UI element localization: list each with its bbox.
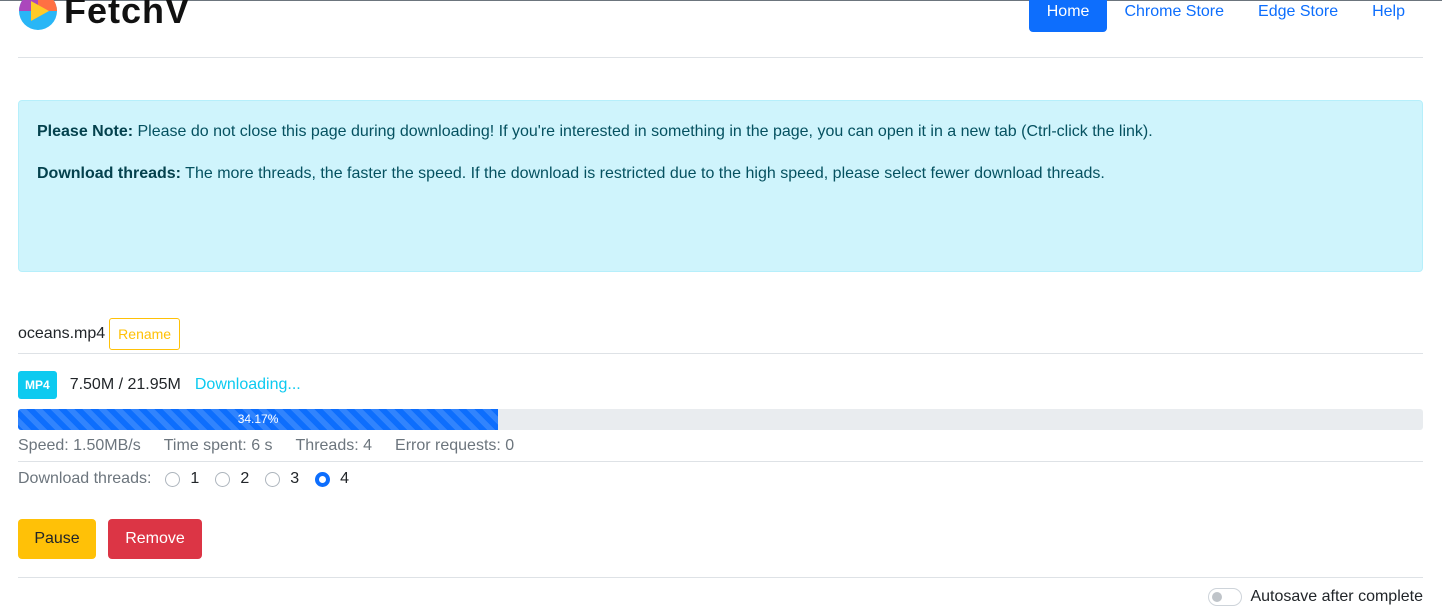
note-text: Please do not close this page during dow… bbox=[133, 123, 1153, 140]
autosave-toggle-row[interactable]: Autosave after complete bbox=[1208, 588, 1423, 606]
thread-option-label: 1 bbox=[190, 470, 200, 487]
autosave-label: Autosave after complete bbox=[1250, 588, 1423, 605]
time-spent-stat: Time spent: 6 s bbox=[163, 437, 273, 454]
format-badge: MP4 bbox=[18, 371, 57, 399]
thread-option-label: 2 bbox=[240, 470, 250, 487]
thread-option-label: 3 bbox=[290, 470, 300, 487]
progress-track: 34.17% bbox=[18, 409, 1423, 430]
radio-thread-3[interactable] bbox=[265, 471, 281, 487]
logo[interactable]: FetchV bbox=[18, 0, 190, 36]
file-row: oceans.mp4 Rename bbox=[18, 315, 1423, 354]
stats-row: Speed: 1.50MB/s Time spent: 6 s Threads:… bbox=[18, 431, 1423, 462]
error-requests-stat: Error requests: 0 bbox=[395, 437, 515, 454]
download-state: Downloading... bbox=[194, 376, 301, 393]
header: FetchV Home Chrome Store Edge Store Help bbox=[18, 0, 1423, 58]
radio-thread-2[interactable] bbox=[215, 471, 231, 487]
threads-text: The more threads, the faster the speed. … bbox=[181, 165, 1105, 182]
threads-paragraph: Download threads: The more threads, the … bbox=[37, 163, 1404, 185]
progress-bar: 34.17% bbox=[18, 409, 499, 430]
nav-help[interactable]: Help bbox=[1355, 0, 1423, 28]
top-nav: Home Chrome Store Edge Store Help bbox=[1028, 0, 1423, 32]
switch-knob bbox=[1212, 592, 1223, 602]
rename-button[interactable]: Rename bbox=[109, 318, 181, 350]
fetchv-logo-icon bbox=[19, 0, 57, 30]
thread-option-4[interactable]: 4 bbox=[315, 470, 349, 488]
remove-button[interactable]: Remove bbox=[108, 519, 202, 559]
thread-selector-label: Download threads: bbox=[18, 470, 152, 487]
thread-selector: Download threads: 1 2 3 4 bbox=[18, 466, 349, 492]
nav-edge-store[interactable]: Edge Store bbox=[1241, 0, 1355, 28]
speed-stat: Speed: 1.50MB/s bbox=[18, 437, 141, 454]
threads-title: Download threads: bbox=[37, 165, 182, 182]
logo-text: FetchV bbox=[64, 0, 191, 31]
radio-thread-1[interactable] bbox=[165, 471, 181, 487]
pause-button[interactable]: Pause bbox=[18, 519, 96, 559]
threads-stat: Threads: 4 bbox=[295, 437, 373, 454]
nav-home[interactable]: Home bbox=[1028, 0, 1108, 32]
autosave-switch[interactable] bbox=[1208, 588, 1243, 606]
thread-option-label: 4 bbox=[340, 470, 350, 487]
download-page: FetchV Home Chrome Store Edge Store Help… bbox=[0, 0, 1442, 615]
size-text: 7.50M / 21.95M bbox=[69, 376, 181, 393]
status-row: MP4 7.50M / 21.95M Downloading... bbox=[18, 371, 301, 399]
note-title: Please Note: bbox=[37, 123, 134, 140]
info-alert: Please Note: Please do not close this pa… bbox=[18, 100, 1423, 272]
thread-option-3[interactable]: 3 bbox=[265, 470, 299, 488]
file-name: oceans.mp4 bbox=[18, 325, 106, 342]
note-paragraph: Please Note: Please do not close this pa… bbox=[37, 121, 1404, 143]
nav-chrome-store[interactable]: Chrome Store bbox=[1107, 0, 1241, 28]
thread-option-2[interactable]: 2 bbox=[215, 470, 249, 488]
divider bbox=[18, 577, 1423, 578]
thread-option-1[interactable]: 1 bbox=[165, 470, 199, 488]
radio-thread-4[interactable] bbox=[315, 471, 331, 487]
